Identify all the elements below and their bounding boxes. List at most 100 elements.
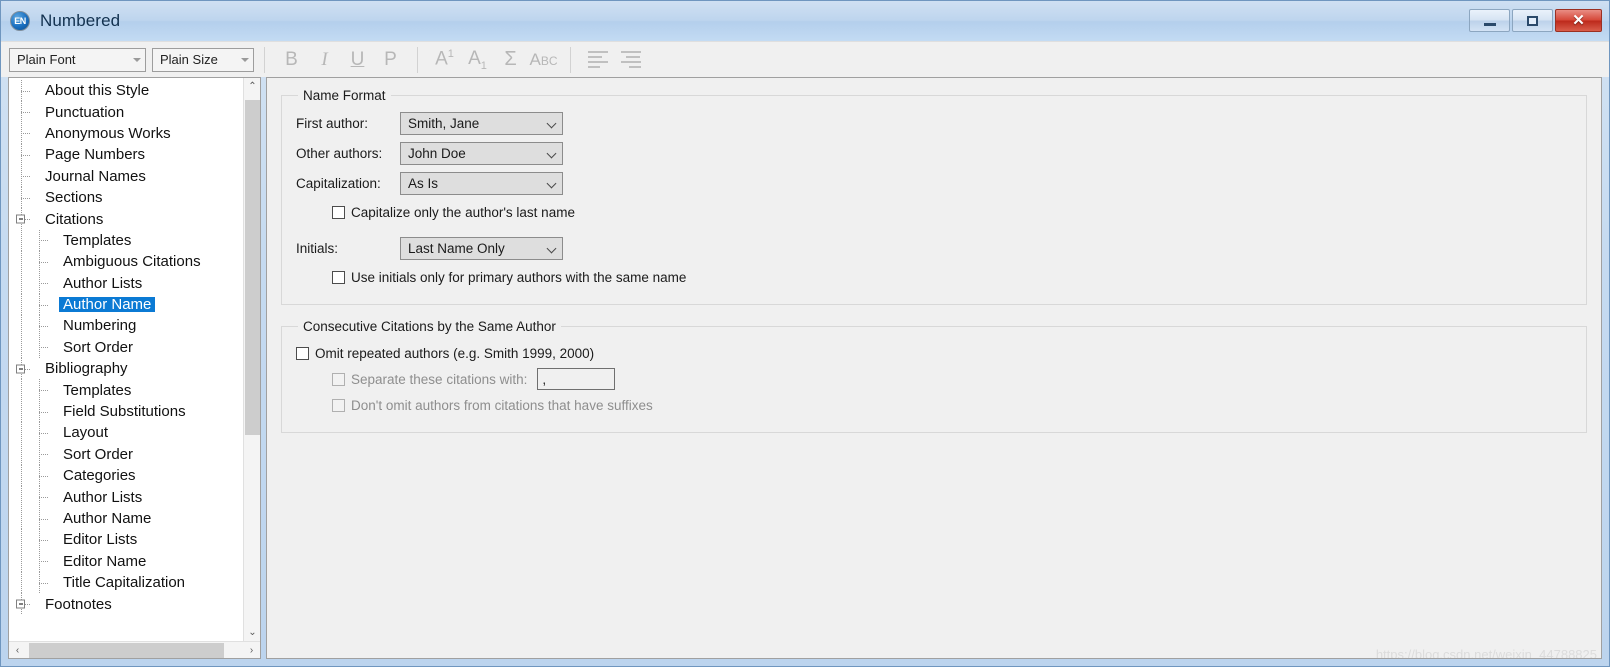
tree-guide-line xyxy=(21,154,31,156)
tree-item-citations[interactable]: Citations xyxy=(9,208,243,230)
tree-item-label: Layout xyxy=(63,424,109,442)
tree-item-editor-lists[interactable]: Editor Lists xyxy=(9,529,243,551)
tree-guide-line xyxy=(21,507,22,530)
capitalization-label: Capitalization: xyxy=(296,176,381,191)
first-author-combo[interactable]: Smith, Jane xyxy=(400,112,563,135)
capitalization-combo[interactable]: As Is xyxy=(400,172,563,195)
tree-guide-line xyxy=(21,400,22,423)
tree-item-ambiguous-citations[interactable]: Ambiguous Citations xyxy=(9,251,243,273)
other-authors-row: Other authors: John Doe xyxy=(296,139,1572,168)
tree-item-editor-name[interactable]: Editor Name xyxy=(9,550,243,572)
subscript-icon: A1 xyxy=(468,47,487,72)
checkbox-icon xyxy=(332,372,345,386)
tree-item-categories[interactable]: Categories xyxy=(9,465,243,487)
tree-item-label: Templates xyxy=(63,231,132,249)
scroll-left-icon[interactable]: ‹ xyxy=(9,642,26,659)
tree-guide-line xyxy=(21,422,22,444)
tree-vertical-scrollbar[interactable]: ⌃ ⌄ xyxy=(243,78,260,641)
tree-item-author-lists[interactable]: Author Lists xyxy=(9,486,243,508)
tree-horizontal-scrollbar[interactable]: ‹ › xyxy=(9,641,260,658)
tree-item-templates[interactable]: Templates xyxy=(9,379,243,401)
checkbox-icon[interactable] xyxy=(332,270,345,284)
other-authors-combo[interactable]: John Doe xyxy=(400,142,563,165)
tree-item-label: Editor Lists xyxy=(63,531,138,549)
tree-item-sections[interactable]: Sections xyxy=(9,186,243,209)
first-author-label: First author: xyxy=(296,116,369,131)
superscript-button[interactable]: A1 xyxy=(428,45,461,75)
separator-input[interactable]: , xyxy=(537,368,616,390)
collapse-icon[interactable] xyxy=(16,214,25,224)
tree-guide-line xyxy=(21,112,31,114)
main-content: About this Style Punctuation Anonymous Wor… xyxy=(1,77,1609,666)
tree-guide-line xyxy=(21,293,22,316)
tree-item-footnotes[interactable]: Footnotes xyxy=(9,593,243,615)
scroll-down-icon[interactable]: ⌄ xyxy=(244,624,261,641)
tree-guide-line xyxy=(21,229,22,252)
tree-horizontal-scroll-thumb[interactable] xyxy=(29,643,224,658)
tree-item-label: Editor Name xyxy=(63,552,147,570)
tree-item-author-lists[interactable]: Author Lists xyxy=(9,272,243,294)
capitalize-last-name-checkbox[interactable]: Capitalize only the author's last name xyxy=(296,199,1572,225)
scroll-up-icon[interactable]: ⌃ xyxy=(244,78,261,95)
align-left-button[interactable] xyxy=(581,45,614,75)
bold-button[interactable]: B xyxy=(275,45,308,75)
tree-item-anonymous-works[interactable]: Anonymous Works xyxy=(9,122,243,145)
tree-item-author-name[interactable]: Author Name xyxy=(9,293,243,316)
tree-item-punctuation[interactable]: Punctuation xyxy=(9,101,243,123)
tree-vertical-scroll-thumb[interactable] xyxy=(245,100,260,435)
tree-item-title-capitalization[interactable]: Title Capitalization xyxy=(9,571,243,594)
tree-guide-line xyxy=(39,582,49,584)
tree-item-label: Author Lists xyxy=(63,274,143,292)
subscript-button[interactable]: A1 xyxy=(461,45,494,75)
close-button[interactable]: ✕ xyxy=(1555,9,1602,32)
align-right-button[interactable] xyxy=(614,45,647,75)
tree-item-about-this-style[interactable]: About this Style xyxy=(9,80,243,102)
tree-item-sort-order[interactable]: Sort Order xyxy=(9,336,243,359)
first-author-value: Smith, Jane xyxy=(408,116,480,131)
tree-item-label: Numbering xyxy=(63,317,137,335)
initials-combo[interactable]: Last Name Only xyxy=(400,237,563,260)
checkbox-icon[interactable] xyxy=(332,205,345,219)
window-controls: ✕ xyxy=(1469,9,1602,32)
tree-guide-line xyxy=(39,240,49,242)
initials-row: Initials: Last Name Only xyxy=(296,234,1572,263)
font-size-combo[interactable]: Plain Size xyxy=(152,47,254,72)
tree-item-page-numbers[interactable]: Page Numbers xyxy=(9,144,243,166)
minimize-button[interactable] xyxy=(1469,9,1510,32)
tree-guide-line xyxy=(39,561,49,563)
italic-button[interactable]: I xyxy=(308,45,341,75)
use-initials-checkbox[interactable]: Use initials only for primary authors wi… xyxy=(296,264,1572,290)
checkbox-icon[interactable] xyxy=(296,346,309,360)
small-caps-icon: ABC xyxy=(529,49,558,69)
plain-button[interactable]: P xyxy=(374,45,407,75)
chevron-down-icon xyxy=(548,149,557,158)
tree-item-bibliography[interactable]: Bibliography xyxy=(9,358,243,380)
scroll-right-icon[interactable]: › xyxy=(243,642,260,659)
dont-omit-suffixes-checkbox: Don't omit authors from citations that h… xyxy=(296,392,1572,418)
tree-item-layout[interactable]: Layout xyxy=(9,422,243,444)
tree-item-journal-names[interactable]: Journal Names xyxy=(9,165,243,187)
tree-item-templates[interactable]: Templates xyxy=(9,229,243,252)
superscript-icon: A1 xyxy=(435,48,454,70)
italic-icon: I xyxy=(321,48,328,70)
underline-icon: U xyxy=(350,48,365,70)
tree-item-label: Footnotes xyxy=(45,595,112,613)
other-authors-value: John Doe xyxy=(408,146,466,161)
underline-button[interactable]: U xyxy=(341,45,374,75)
tree-item-label: Field Substitutions xyxy=(63,403,186,421)
collapse-icon[interactable] xyxy=(16,364,25,374)
font-combo[interactable]: Plain Font xyxy=(9,47,146,72)
other-authors-label: Other authors: xyxy=(296,146,383,161)
tree-item-field-substitutions[interactable]: Field Substitutions xyxy=(9,400,243,423)
tree-item-numbering[interactable]: Numbering xyxy=(9,315,243,337)
tree-guide-line xyxy=(21,133,31,135)
tree-guide-line xyxy=(39,325,49,327)
sigma-button[interactable]: Σ xyxy=(494,45,527,75)
small-caps-button[interactable]: ABC xyxy=(527,45,560,75)
tree-item-author-name[interactable]: Author Name xyxy=(9,507,243,530)
omit-repeated-authors-checkbox[interactable]: Omit repeated authors (e.g. Smith 1999, … xyxy=(296,340,1572,366)
tree-item-sort-order[interactable]: Sort Order xyxy=(9,443,243,466)
tree-item-label: Anonymous Works xyxy=(45,124,171,142)
collapse-icon[interactable] xyxy=(16,599,25,609)
maximize-button[interactable] xyxy=(1512,9,1553,32)
